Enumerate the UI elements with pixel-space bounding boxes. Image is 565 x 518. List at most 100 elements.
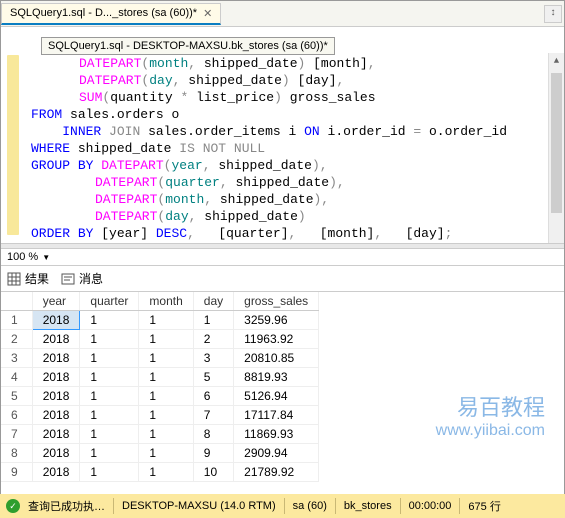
tab-title: SQLQuery1.sql - D..._stores (sa (60))* [10, 7, 197, 19]
scroll-up-icon[interactable]: ▲ [549, 53, 564, 69]
cell[interactable]: 1 [139, 425, 193, 444]
column-header[interactable]: year [32, 292, 80, 311]
cell[interactable]: 2018 [32, 349, 80, 368]
table-row[interactable]: 92018111021789.92 [1, 463, 319, 482]
chevron-down-icon[interactable]: ▼ [42, 253, 50, 262]
zoom-bar: 100 % ▼ [1, 249, 564, 266]
cell[interactable]: 2018 [32, 387, 80, 406]
cell[interactable]: 2018 [32, 463, 80, 482]
results-tab-bar: 结果 消息 [1, 266, 564, 292]
success-icon: ✓ [6, 499, 20, 513]
cell[interactable]: 7 [1, 425, 32, 444]
cell[interactable]: 3 [193, 349, 233, 368]
cell[interactable]: 1 [1, 311, 32, 330]
cell[interactable]: 1 [139, 311, 193, 330]
table-row[interactable]: 820181192909.94 [1, 444, 319, 463]
cell[interactable]: 1 [80, 444, 139, 463]
grid-icon [7, 272, 21, 286]
scroll-thumb[interactable] [551, 73, 562, 213]
cell[interactable]: 9 [1, 463, 32, 482]
cell[interactable]: 2018 [32, 311, 80, 330]
cell[interactable]: 5 [1, 387, 32, 406]
cell[interactable]: 1 [80, 463, 139, 482]
status-time: 00:00:00 [409, 500, 452, 512]
results-grid[interactable]: yearquartermonthdaygross_sales1201811132… [1, 292, 564, 482]
cell[interactable]: 21789.92 [234, 463, 319, 482]
cell[interactable]: 1 [139, 387, 193, 406]
cell[interactable]: 1 [139, 406, 193, 425]
tab-tooltip: SQLQuery1.sql - DESKTOP-MAXSU.bk_stores … [41, 37, 335, 55]
cell[interactable]: 1 [139, 368, 193, 387]
cell[interactable]: 3 [1, 349, 32, 368]
status-server: DESKTOP-MAXSU (14.0 RTM) [122, 500, 276, 512]
document-tab[interactable]: SQLQuery1.sql - D..._stores (sa (60))* ✕ [1, 3, 221, 25]
cell[interactable]: 2909.94 [234, 444, 319, 463]
cell[interactable]: 8 [193, 425, 233, 444]
status-bar: ✓ 查询已成功执… DESKTOP-MAXSU (14.0 RTM) sa (6… [0, 494, 565, 518]
change-marker [7, 55, 19, 235]
cell[interactable]: 1 [80, 425, 139, 444]
table-row[interactable]: 3201811320810.85 [1, 349, 319, 368]
table-row[interactable]: 120181113259.96 [1, 311, 319, 330]
cell[interactable]: 6 [193, 387, 233, 406]
column-header[interactable]: day [193, 292, 233, 311]
cell[interactable]: 2018 [32, 330, 80, 349]
column-header[interactable]: month [139, 292, 193, 311]
cell[interactable]: 17117.84 [234, 406, 319, 425]
status-text: 查询已成功执… [28, 498, 105, 514]
cell[interactable]: 1 [139, 349, 193, 368]
cell[interactable]: 4 [1, 368, 32, 387]
close-icon[interactable]: ✕ [203, 7, 212, 20]
cell[interactable]: 1 [193, 311, 233, 330]
table-row[interactable]: 520181165126.94 [1, 387, 319, 406]
cell[interactable]: 1 [80, 368, 139, 387]
tab-messages[interactable]: 消息 [61, 270, 103, 287]
cell[interactable]: 9 [193, 444, 233, 463]
messages-icon [61, 272, 75, 286]
sql-editor[interactable]: SQLQuery1.sql - DESKTOP-MAXSU.bk_stores … [1, 27, 564, 243]
cell[interactable]: 11869.93 [234, 425, 319, 444]
tab-results-label: 结果 [25, 270, 49, 287]
cell[interactable]: 2018 [32, 425, 80, 444]
cell[interactable]: 8819.93 [234, 368, 319, 387]
cell[interactable]: 2018 [32, 444, 80, 463]
cell[interactable]: 1 [80, 349, 139, 368]
column-header[interactable]: gross_sales [234, 292, 319, 311]
status-rows: 675 行 [468, 498, 500, 514]
table-row[interactable]: 2201811211963.92 [1, 330, 319, 349]
cell[interactable]: 1 [139, 330, 193, 349]
cell[interactable]: 1 [80, 311, 139, 330]
table-row[interactable]: 6201811717117.84 [1, 406, 319, 425]
cell[interactable]: 1 [80, 330, 139, 349]
tab-results[interactable]: 结果 [7, 270, 49, 287]
zoom-level[interactable]: 100 % [7, 251, 38, 263]
cell[interactable]: 2018 [32, 368, 80, 387]
tab-bar: SQLQuery1.sql - D..._stores (sa (60))* ✕… [1, 1, 564, 27]
cell[interactable]: 20810.85 [234, 349, 319, 368]
column-header[interactable] [1, 292, 32, 311]
code-content: DATEPART(month, shipped_date) [month], D… [1, 27, 564, 243]
status-user: sa (60) [293, 500, 327, 512]
status-db: bk_stores [344, 500, 392, 512]
cell[interactable]: 8 [1, 444, 32, 463]
cell[interactable]: 7 [193, 406, 233, 425]
editor-scrollbar[interactable]: ▲ ▼ [548, 53, 564, 243]
cell[interactable]: 2 [193, 330, 233, 349]
cell[interactable]: 5 [193, 368, 233, 387]
cell[interactable]: 1 [80, 387, 139, 406]
column-header[interactable]: quarter [80, 292, 139, 311]
tab-messages-label: 消息 [79, 270, 103, 287]
table-row[interactable]: 7201811811869.93 [1, 425, 319, 444]
cell[interactable]: 2018 [32, 406, 80, 425]
cell[interactable]: 1 [80, 406, 139, 425]
cell[interactable]: 3259.96 [234, 311, 319, 330]
cell[interactable]: 11963.92 [234, 330, 319, 349]
cell[interactable]: 5126.94 [234, 387, 319, 406]
cell[interactable]: 6 [1, 406, 32, 425]
cell[interactable]: 1 [139, 444, 193, 463]
cell[interactable]: 2 [1, 330, 32, 349]
cell[interactable]: 1 [139, 463, 193, 482]
table-row[interactable]: 420181158819.93 [1, 368, 319, 387]
cell[interactable]: 10 [193, 463, 233, 482]
nav-button[interactable]: ↕ [544, 5, 562, 23]
